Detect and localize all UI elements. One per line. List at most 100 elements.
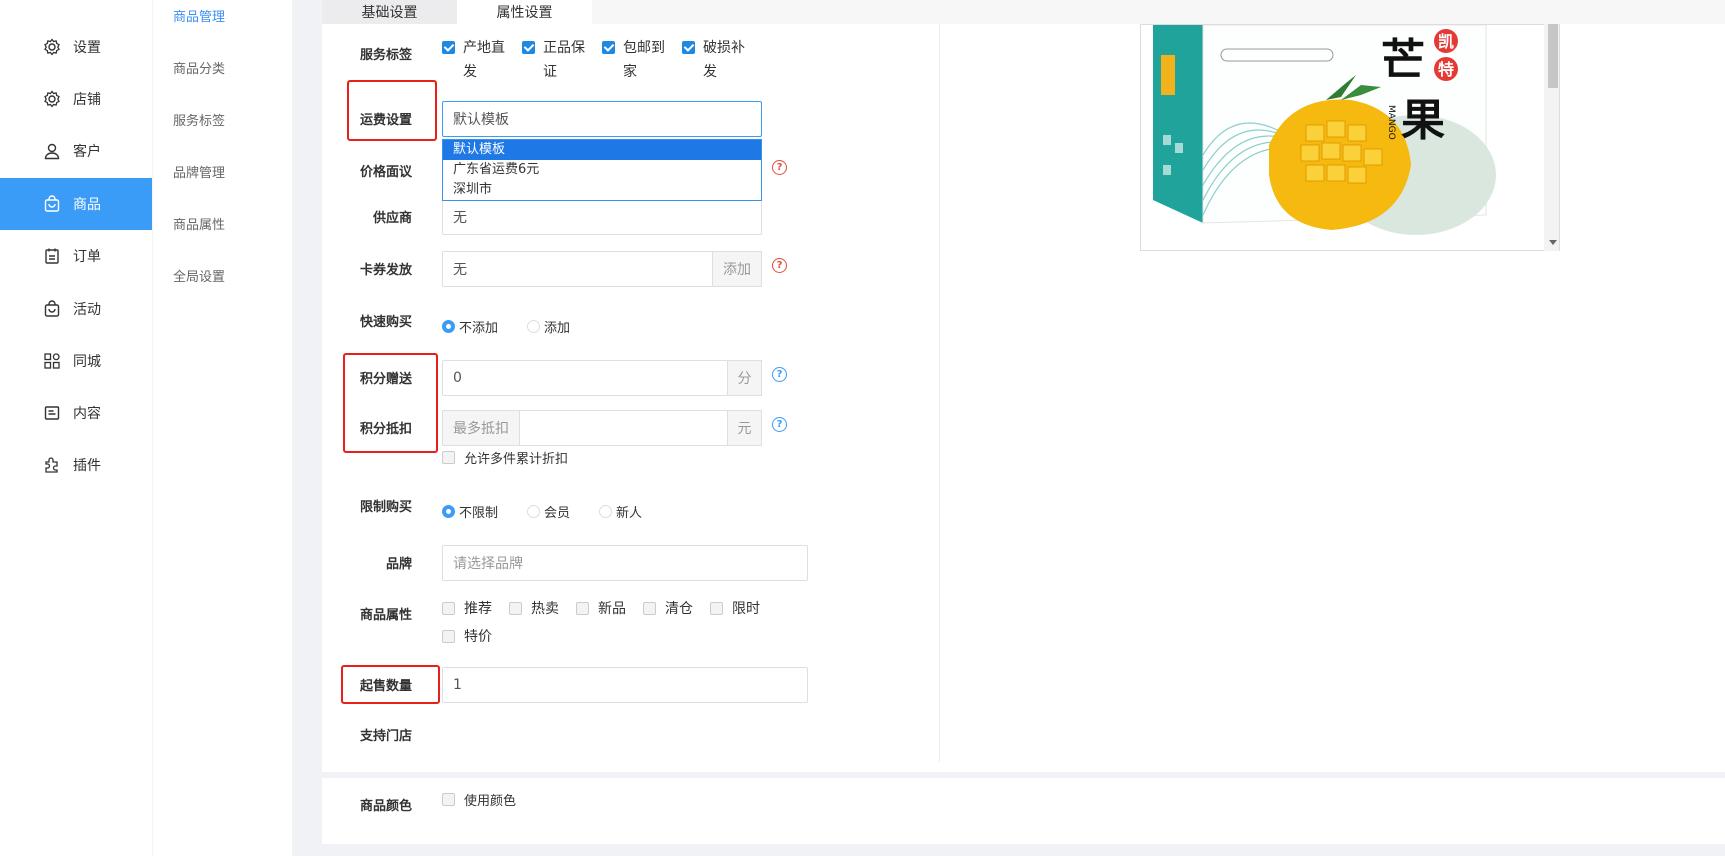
subnav-item-brand-management[interactable]: 品牌管理: [173, 162, 225, 181]
min-quantity-input[interactable]: 1: [442, 667, 808, 703]
quick-buy-option-none[interactable]: 不添加: [442, 317, 498, 336]
sub-navigation: 商品管理 商品分类 服务标签 品牌管理 商品属性 全局设置: [152, 0, 292, 856]
gear-icon: [43, 90, 61, 108]
sidebar-item-label: 设置: [73, 40, 101, 56]
help-icon[interactable]: ?: [772, 417, 787, 432]
points-deduct-label: 积分抵扣: [359, 422, 412, 437]
sidebar-item-label: 同城: [73, 354, 101, 370]
supplier-input[interactable]: 无: [442, 199, 762, 235]
shipping-dropdown: 默认模板 广东省运费6元 深圳市: [442, 139, 762, 201]
side-text: MANGO: [1386, 105, 1396, 140]
tab-basic-settings[interactable]: 基础设置: [322, 0, 457, 24]
tab-attribute-settings[interactable]: 属性设置: [457, 0, 592, 24]
radio[interactable]: [599, 505, 612, 518]
attribute-clearance[interactable]: 清仓: [643, 598, 693, 618]
content-gutter: [292, 0, 322, 856]
sidebar-item-store[interactable]: 店铺: [0, 73, 152, 125]
checkbox-checked[interactable]: [522, 41, 535, 54]
help-icon[interactable]: ?: [772, 258, 787, 273]
purchase-limit-option-unlimited[interactable]: 不限制: [442, 502, 498, 521]
sidebar-item-local[interactable]: 同城: [0, 335, 152, 387]
sidebar-item-content[interactable]: 内容: [0, 387, 152, 439]
shipping-template-select[interactable]: 默认模板: [442, 101, 762, 137]
attribute-hot[interactable]: 热卖: [509, 598, 559, 618]
settings-tabs: 基础设置 属性设置: [322, 0, 1725, 24]
help-icon[interactable]: ?: [772, 160, 787, 175]
checkbox[interactable]: [710, 601, 723, 615]
checkbox-checked[interactable]: [442, 41, 455, 54]
checkbox-checked[interactable]: [602, 41, 615, 54]
subnav-item-global-settings[interactable]: 全局设置: [173, 266, 225, 285]
brand-select[interactable]: 请选择品牌: [442, 545, 808, 581]
product-image-preview: 凯 特 芒 果 MANGO: [1140, 24, 1560, 251]
scrollbar-thumb[interactable]: [1548, 24, 1558, 88]
purchase-limit-option-new-user[interactable]: 新人: [599, 502, 642, 521]
subnav-item-product-attributes[interactable]: 商品属性: [173, 214, 225, 233]
coupon-input[interactable]: 无 添加: [442, 251, 762, 287]
points-deduct-input[interactable]: 最多抵扣 元: [442, 410, 762, 446]
attribute-special-price[interactable]: 特价: [442, 626, 492, 646]
attribute-new[interactable]: 新品: [576, 598, 626, 618]
service-tag-free-shipping-label: 包邮到家: [623, 40, 665, 80]
puzzle-icon: [43, 456, 61, 474]
sidebar-item-label: 内容: [73, 406, 101, 422]
shipping-label: 运费设置: [359, 113, 412, 128]
bag-icon: [43, 300, 61, 318]
min-quantity-label: 起售数量: [359, 679, 412, 694]
points-unit: 分: [727, 360, 762, 396]
sidebar-item-plugins[interactable]: 插件: [0, 439, 152, 491]
sidebar-item-label: 订单: [73, 249, 101, 265]
brand-label: 品牌: [385, 557, 412, 572]
bag-icon: [43, 195, 61, 213]
sidebar-item-customer[interactable]: 客户: [0, 125, 152, 177]
checkbox[interactable]: [442, 793, 455, 806]
sidebar-item-settings[interactable]: 设置: [0, 21, 152, 73]
service-tag-damage-reissue[interactable]: [682, 40, 695, 55]
sidebar-item-product[interactable]: 商品: [0, 178, 152, 230]
sidebar-item-label: 商品: [73, 197, 101, 213]
checkbox[interactable]: [442, 601, 455, 615]
subnav-item-product-management[interactable]: 商品管理: [173, 6, 225, 25]
subnav-item-product-category[interactable]: 商品分类: [173, 58, 225, 77]
checkbox[interactable]: [509, 601, 522, 615]
sidebar-item-activity[interactable]: 活动: [0, 283, 152, 335]
attribute-recommend[interactable]: 推荐: [442, 598, 492, 618]
service-tag-origin-label: 产地直发: [463, 40, 505, 80]
use-color-checkbox[interactable]: 使用颜色: [442, 790, 516, 809]
allow-cumulative-discount[interactable]: 允许多件累计折扣: [442, 448, 568, 467]
purchase-limit-option-member[interactable]: 会员: [527, 502, 570, 521]
supplier-label: 供应商: [372, 211, 412, 226]
radio-selected[interactable]: [442, 320, 455, 333]
help-icon[interactable]: ?: [772, 367, 787, 382]
dropdown-option[interactable]: 默认模板: [443, 140, 761, 160]
points-gift-input[interactable]: 0 分: [442, 360, 762, 396]
supported-stores-label: 支持门店: [359, 729, 412, 744]
radio[interactable]: [527, 505, 540, 518]
grid-icon: [43, 352, 61, 370]
service-tag-genuine[interactable]: [522, 40, 535, 55]
attribute-limited[interactable]: 限时: [710, 598, 760, 618]
title-char-1: 芒: [1381, 35, 1425, 86]
dropdown-option[interactable]: 广东省运费6元: [443, 160, 761, 180]
sidebar-item-orders[interactable]: 订单: [0, 230, 152, 282]
points-deduct-unit: 元: [727, 410, 762, 446]
checkbox[interactable]: [442, 629, 455, 643]
product-attributes-label: 商品属性: [359, 608, 412, 623]
subnav-item-service-tags[interactable]: 服务标签: [173, 110, 225, 129]
checkbox[interactable]: [442, 451, 455, 464]
coupon-add-button[interactable]: 添加: [712, 251, 762, 287]
checkbox-checked[interactable]: [682, 41, 695, 54]
scroll-down-arrow-icon[interactable]: [1549, 240, 1557, 245]
radio[interactable]: [527, 320, 540, 333]
clipboard-icon: [43, 247, 61, 265]
mango-box-image: 凯 特 芒 果 MANGO: [1141, 25, 1559, 250]
dropdown-option[interactable]: 深圳市: [443, 180, 761, 200]
checkbox[interactable]: [576, 601, 589, 615]
service-tag-origin[interactable]: [442, 40, 455, 55]
service-tag-free-shipping[interactable]: [602, 40, 615, 55]
radio-selected[interactable]: [442, 505, 455, 518]
checkbox[interactable]: [643, 601, 656, 615]
preview-scrollbar[interactable]: [1544, 24, 1559, 251]
main-sidebar: 设置 店铺 客户 商品 订单 活动 同城 内容 插件: [0, 0, 152, 856]
quick-buy-option-add[interactable]: 添加: [527, 317, 570, 336]
